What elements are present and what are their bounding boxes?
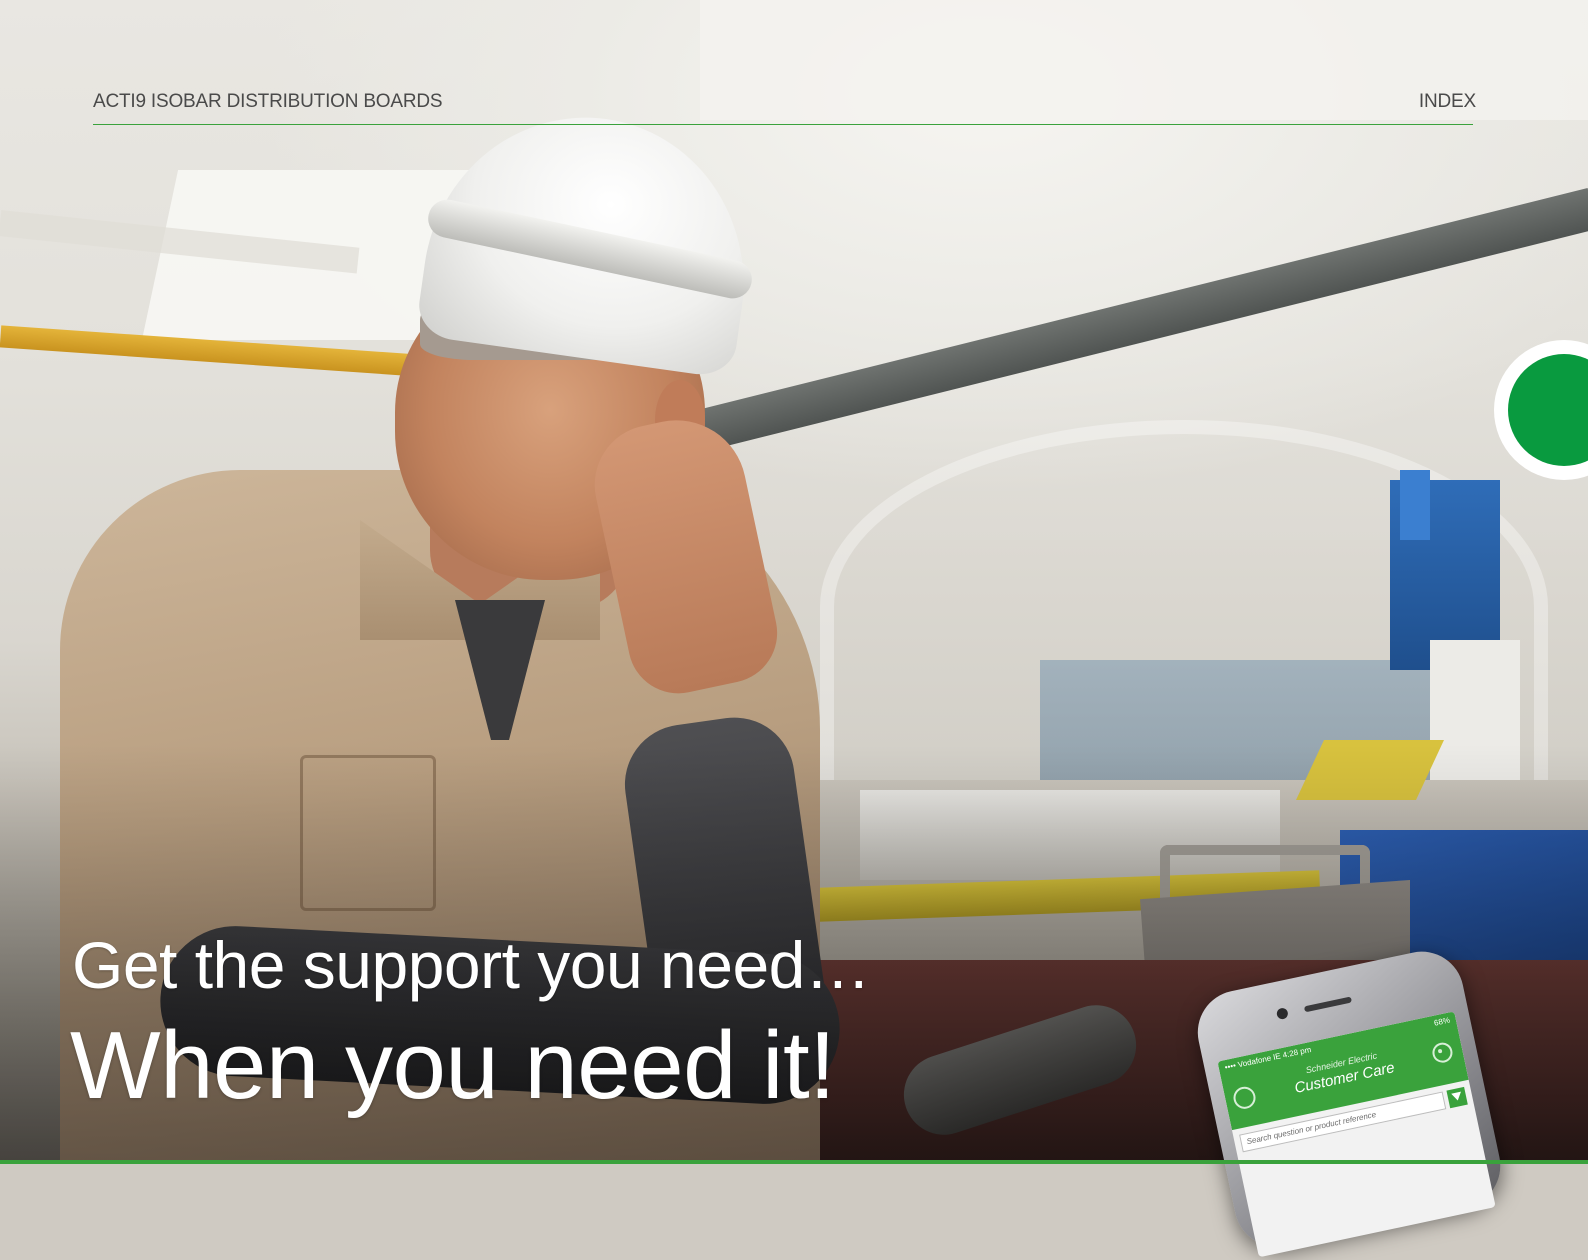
status-battery: 68% (1433, 1015, 1451, 1028)
document-title: ACTI9 ISOBAR DISTRIBUTION BOARDS (93, 91, 443, 112)
bottom-accent-bar (0, 1160, 1588, 1164)
filter-icon (1446, 1086, 1468, 1109)
headline-line-1: Get the support you need… (72, 928, 871, 1002)
roof-beam (694, 188, 1588, 452)
section-tab-circle (1508, 354, 1588, 466)
phone-camera (1275, 1007, 1289, 1021)
phone-speaker (1303, 996, 1353, 1013)
header-divider (93, 124, 1473, 125)
page-header: ACTI9 ISOBAR DISTRIBUTION BOARDS INDEX (93, 88, 1476, 126)
headline-line-2: When you need it! (70, 1012, 836, 1119)
smartphone-mockup: •••• Vodafone IE 4:28 pm 68% Schneider E… (1190, 943, 1509, 1258)
index-link[interactable]: INDEX (1419, 91, 1476, 113)
phone-screen: •••• Vodafone IE 4:28 pm 68% Schneider E… (1217, 1011, 1496, 1258)
